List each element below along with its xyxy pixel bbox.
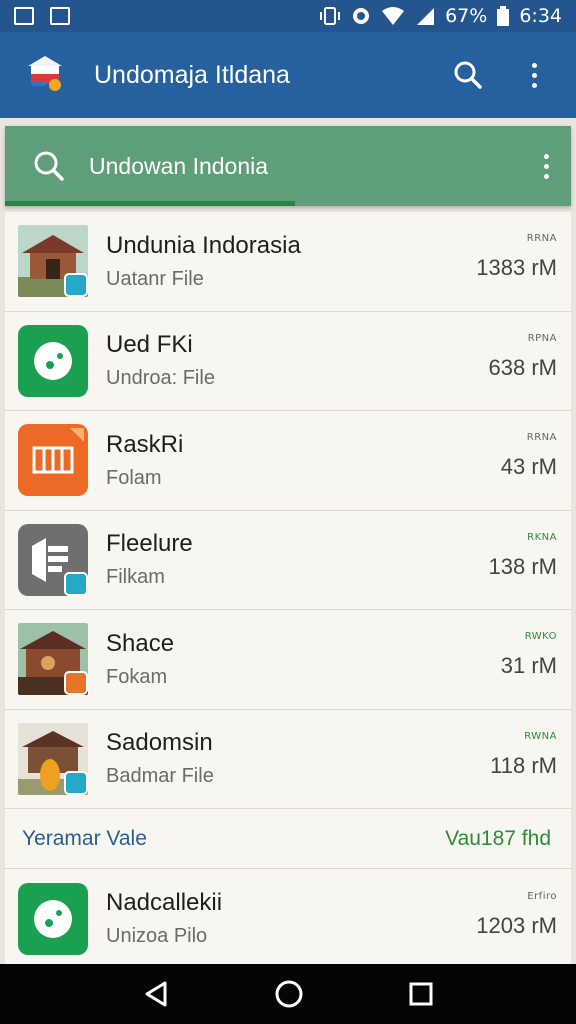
item-subtitle: Undroa: File (106, 367, 215, 390)
battery-icon (497, 6, 510, 26)
item-subtitle: Unizoa Pilo (106, 925, 208, 948)
item-title: Shace (106, 629, 175, 657)
list-item[interactable]: Undunia Indorasia Uatanr File RRNA 1383 … (5, 212, 571, 312)
pavilion-photo-thumbnail (18, 722, 88, 795)
item-size: 118 rM (490, 752, 557, 778)
battery-percent: 67% (445, 5, 488, 27)
list-item[interactable]: Shace Fokam RWKO 31 rM (5, 610, 571, 710)
list-item[interactable]: Ued FKi Undroa: File RPNA 638 rM (5, 312, 571, 411)
list-item[interactable]: Nadcallekii Unizoa Pilo Erfiro 1203 rM (5, 869, 571, 969)
search-button[interactable] (448, 55, 488, 95)
search-bar[interactable]: Undowan Indonia (5, 126, 571, 206)
app-title: Undomaja Itldana (94, 60, 290, 89)
item-title: Sadomsin (106, 729, 213, 757)
search-progress-indicator (5, 201, 295, 206)
section-header[interactable]: Yeramar Vale Vau187 fhd (5, 809, 571, 869)
item-size: 138 rM (488, 553, 557, 579)
item-title: RaskRi (106, 430, 184, 458)
gallery-icon (50, 7, 70, 25)
item-size: 31 rM (500, 653, 557, 679)
item-meta-label: RRNA (526, 233, 557, 245)
tools-badge-icon (64, 671, 88, 696)
item-meta-label: RPNA (527, 332, 557, 344)
edit-badge-icon (64, 273, 88, 298)
pavilion-photo-thumbnail (18, 623, 88, 696)
image-icon (14, 7, 34, 25)
item-size: 638 rM (488, 354, 557, 380)
item-subtitle: Folam (106, 466, 162, 489)
item-subtitle: Badmar File (106, 765, 214, 788)
item-size: 43 rM (500, 454, 557, 480)
item-meta-label: RWKO (524, 631, 557, 643)
more-vert-icon (531, 62, 537, 88)
green-app-icon (18, 324, 88, 397)
back-icon[interactable] (141, 979, 171, 1009)
app-bar: Undomaja Itldana (0, 32, 576, 118)
vibrate-icon (320, 7, 341, 25)
item-subtitle: Filkam (106, 566, 165, 589)
home-icon[interactable] (274, 979, 304, 1009)
item-title: Undunia Indorasia (106, 231, 301, 259)
search-icon (454, 61, 482, 89)
search-icon (34, 151, 64, 181)
app-logo-icon (22, 52, 68, 98)
item-title: Ued FKi (106, 331, 193, 359)
item-meta-label: RRNA (526, 432, 557, 444)
file-list: Undunia Indorasia Uatanr File RRNA 1383 … (5, 212, 571, 969)
item-meta-label: Erfiro (527, 890, 557, 902)
list-item[interactable]: RaskRi Folam RRNA 43 rM (5, 411, 571, 511)
search-more-vert-icon[interactable] (544, 153, 549, 179)
item-size: 1383 rM (476, 255, 557, 281)
recents-icon[interactable] (407, 980, 435, 1008)
status-bar: 67% 6:34 (0, 0, 576, 32)
item-subtitle: Uatanr File (106, 267, 204, 290)
item-meta-label: RWNA (524, 730, 557, 742)
gray-app-icon (18, 523, 88, 596)
overflow-menu-button[interactable] (514, 55, 554, 95)
item-meta-label: RKNA (527, 531, 557, 543)
edit-badge-icon (64, 770, 88, 795)
section-title: Yeramar Vale (22, 826, 147, 850)
orange-app-icon (18, 424, 88, 497)
sync-icon (353, 8, 370, 24)
item-subtitle: Fokam (106, 665, 168, 688)
badge-icon (64, 571, 88, 596)
clock: 6:34 (519, 5, 562, 27)
navigation-bar (0, 964, 576, 1024)
pavilion-photo-thumbnail (18, 225, 88, 298)
item-title: Nadcallekii (106, 889, 223, 917)
wifi-icon (382, 7, 405, 25)
item-title: Fleelure (106, 530, 193, 558)
list-item[interactable]: Sadomsin Badmar File RWNA 118 rM (5, 710, 571, 809)
list-item[interactable]: Fleelure Filkam RKNA 138 rM (5, 511, 571, 610)
signal-icon (417, 8, 435, 25)
search-input[interactable]: Undowan Indonia (89, 153, 268, 180)
green-app-icon (18, 882, 88, 955)
section-action[interactable]: Vau187 fhd (445, 827, 551, 851)
item-size: 1203 rM (476, 912, 557, 938)
